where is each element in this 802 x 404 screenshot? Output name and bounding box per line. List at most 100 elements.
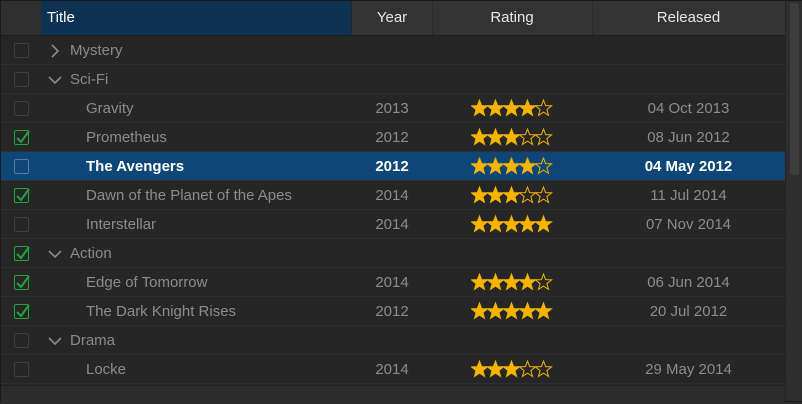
movie-rating-cell[interactable] [432, 297, 592, 326]
star-filled-icon[interactable] [471, 185, 489, 204]
row-checkbox-cell[interactable] [14, 72, 29, 87]
star-rating[interactable] [471, 98, 553, 118]
star-empty-icon[interactable] [534, 156, 553, 175]
star-filled-icon[interactable] [486, 359, 505, 378]
chevron-down-icon[interactable] [47, 326, 63, 355]
star-empty-icon[interactable] [518, 359, 537, 378]
movie-rating-cell[interactable] [432, 210, 592, 239]
checkbox-checked[interactable] [14, 246, 30, 261]
group-row[interactable]: Mystery [1, 36, 785, 65]
checkbox-checked[interactable] [14, 188, 30, 203]
movie-rating-cell[interactable] [432, 268, 592, 297]
group-row[interactable]: Action [1, 239, 785, 268]
star-filled-icon[interactable] [518, 98, 537, 117]
row-checkbox-cell[interactable] [14, 333, 29, 348]
star-empty-icon[interactable] [534, 272, 553, 291]
table-row[interactable]: Locke 2014 29 May 2014 [1, 355, 785, 384]
star-rating[interactable] [471, 359, 553, 379]
star-filled-icon[interactable] [502, 301, 521, 320]
movie-rating-cell[interactable] [432, 123, 592, 152]
scrollbar-thumb[interactable] [790, 3, 799, 175]
star-filled-icon[interactable] [486, 301, 505, 320]
star-rating[interactable] [471, 185, 553, 205]
star-filled-icon[interactable] [486, 185, 505, 204]
row-checkbox-cell[interactable] [14, 304, 30, 319]
star-filled-icon[interactable] [502, 98, 521, 117]
checkbox-unchecked[interactable] [14, 362, 29, 377]
movie-rating-cell[interactable] [432, 355, 592, 384]
row-checkbox-cell[interactable] [14, 188, 30, 203]
star-empty-icon[interactable] [534, 185, 553, 204]
row-checkbox-cell[interactable] [14, 362, 29, 377]
checkbox-unchecked[interactable] [14, 43, 29, 58]
star-filled-icon[interactable] [471, 301, 489, 320]
star-filled-icon[interactable] [518, 214, 537, 233]
group-row[interactable]: Drama [1, 326, 785, 355]
star-filled-icon[interactable] [502, 156, 521, 175]
movie-rating-cell[interactable] [432, 181, 592, 210]
star-filled-icon[interactable] [502, 127, 521, 146]
vertical-scrollbar[interactable] [785, 1, 802, 401]
star-filled-icon[interactable] [534, 214, 553, 233]
star-rating[interactable] [471, 272, 553, 292]
checkbox-unchecked[interactable] [14, 333, 29, 348]
column-header-title[interactable]: Title [41, 1, 352, 35]
star-filled-icon[interactable] [471, 214, 489, 233]
checkbox-unchecked[interactable] [14, 101, 29, 116]
row-checkbox-cell[interactable] [14, 217, 29, 232]
checkbox-unchecked[interactable] [14, 159, 29, 174]
star-empty-icon[interactable] [534, 127, 553, 146]
star-empty-icon[interactable] [518, 185, 537, 204]
checkbox-unchecked[interactable] [14, 217, 29, 232]
row-checkbox-cell[interactable] [14, 101, 29, 116]
column-header-released[interactable]: Released [592, 1, 785, 35]
column-header-rating[interactable]: Rating [432, 1, 593, 35]
table-row[interactable]: The Dark Knight Rises 2012 20 Jul 2012 [1, 297, 785, 326]
checkbox-checked[interactable] [14, 130, 30, 145]
star-filled-icon[interactable] [471, 156, 489, 175]
table-row[interactable]: Interstellar 2014 07 Nov 2014 [1, 210, 785, 239]
star-filled-icon[interactable] [471, 359, 489, 378]
row-checkbox-cell[interactable] [14, 246, 30, 261]
checkbox-checked[interactable] [14, 304, 30, 319]
star-filled-icon[interactable] [471, 127, 489, 146]
movie-rating-cell[interactable] [432, 94, 592, 123]
star-filled-icon[interactable] [471, 272, 489, 291]
star-filled-icon[interactable] [502, 359, 521, 378]
table-row[interactable]: Prometheus 2012 08 Jun 2012 [1, 123, 785, 152]
star-rating[interactable] [471, 214, 553, 234]
table-row[interactable]: Edge of Tomorrow 2014 06 Jun 2014 [1, 268, 785, 297]
checkbox-checked[interactable] [14, 275, 30, 290]
star-filled-icon[interactable] [486, 156, 505, 175]
star-filled-icon[interactable] [518, 272, 537, 291]
row-checkbox-cell[interactable] [14, 159, 29, 174]
table-row[interactable]: Dawn of the Planet of the Apes 2014 11 Jul… [1, 181, 785, 210]
star-empty-icon[interactable] [518, 127, 537, 146]
checkbox-unchecked[interactable] [14, 72, 29, 87]
star-filled-icon[interactable] [486, 127, 505, 146]
group-row[interactable]: Sci-Fi [1, 65, 785, 94]
chevron-right-icon[interactable] [47, 36, 63, 65]
star-rating[interactable] [471, 301, 553, 321]
star-filled-icon[interactable] [486, 272, 505, 291]
table-row[interactable]: Gravity 2013 04 Oct 2013 [1, 94, 785, 123]
star-empty-icon[interactable] [534, 98, 553, 117]
table-row-selected[interactable]: The Avengers 2012 04 May 2012 [1, 152, 785, 181]
star-rating[interactable] [471, 156, 553, 176]
star-filled-icon[interactable] [518, 156, 537, 175]
star-rating[interactable] [471, 127, 553, 147]
star-filled-icon[interactable] [471, 98, 489, 117]
star-filled-icon[interactable] [502, 272, 521, 291]
star-filled-icon[interactable] [502, 185, 521, 204]
star-filled-icon[interactable] [518, 301, 537, 320]
star-filled-icon[interactable] [486, 98, 505, 117]
star-filled-icon[interactable] [534, 301, 553, 320]
chevron-down-icon[interactable] [47, 65, 63, 94]
star-empty-icon[interactable] [534, 359, 553, 378]
row-checkbox-cell[interactable] [14, 275, 30, 290]
column-header-year[interactable]: Year [352, 1, 433, 35]
movie-rating-cell[interactable] [432, 152, 592, 181]
star-filled-icon[interactable] [502, 214, 521, 233]
chevron-down-icon[interactable] [47, 239, 63, 268]
star-filled-icon[interactable] [486, 214, 505, 233]
